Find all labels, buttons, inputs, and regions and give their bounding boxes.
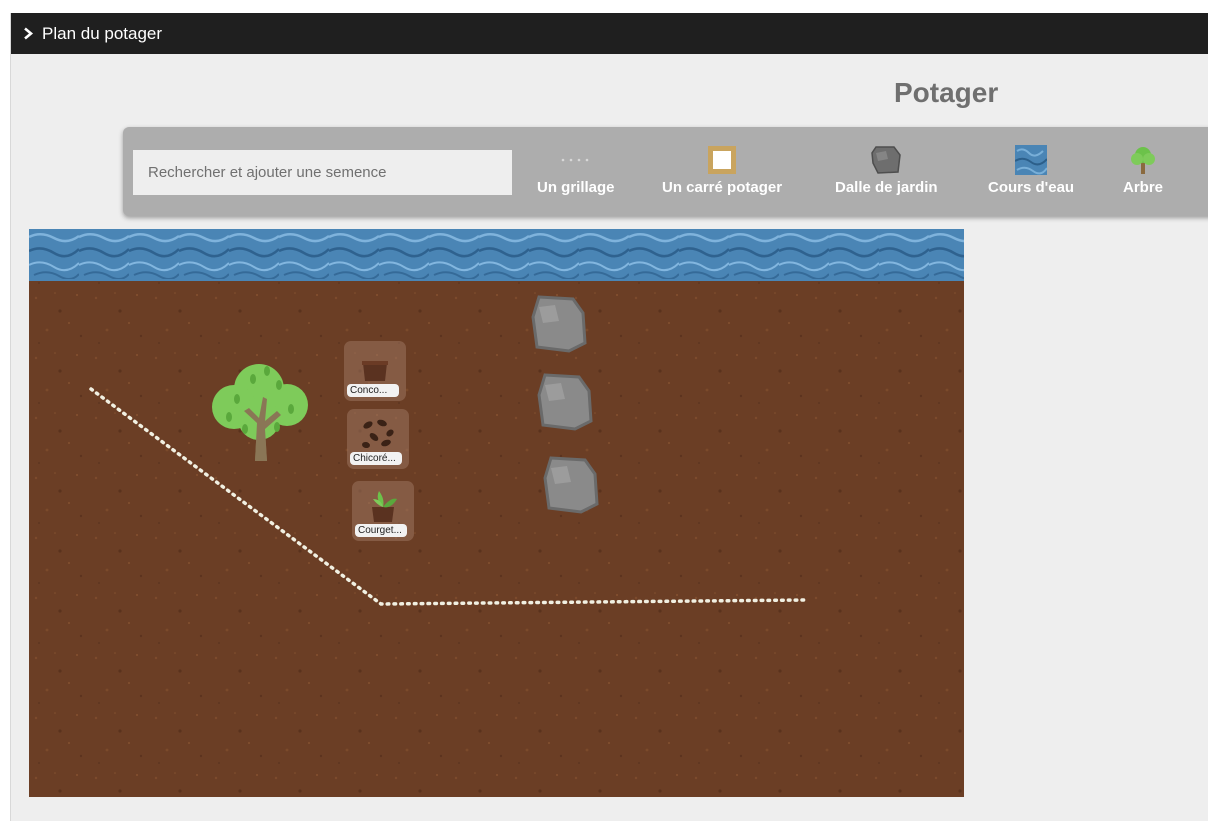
zucchini-plant-icon	[372, 491, 397, 522]
tool-paving-stone[interactable]: Dalle de jardin	[835, 145, 938, 199]
plant-label: Chicoré...	[350, 452, 402, 465]
tool-water[interactable]: Cours d'eau	[988, 145, 1074, 199]
fence-icon	[560, 145, 592, 175]
plant-tile-zucchini[interactable]: Courget...	[352, 481, 414, 541]
cucumber-seed-icon	[362, 361, 388, 381]
plant-label: Conco...	[347, 384, 399, 397]
paving-stone-icon	[870, 145, 902, 175]
tree-object[interactable]	[209, 357, 311, 463]
plant-tile-cucumber[interactable]: Conco...	[344, 341, 406, 401]
plant-label: Courget...	[355, 524, 407, 537]
garden-background	[29, 229, 964, 797]
tool-tree[interactable]: Arbre	[1123, 145, 1163, 199]
tool-tree-label: Arbre	[1123, 179, 1164, 196]
garden-plan-panel: Plan du potager Potager Un grillage Un c…	[10, 13, 1208, 821]
water-stream[interactable]	[29, 229, 964, 281]
tool-paving-stone-label: Dalle de jardin	[835, 179, 938, 196]
tool-raised-bed[interactable]: Un carré potager	[662, 145, 782, 199]
paving-stone-2[interactable]	[535, 373, 595, 431]
panel-header[interactable]: Plan du potager	[11, 13, 1208, 54]
tool-raised-bed-label: Un carré potager	[662, 179, 783, 196]
plant-tile-chicory[interactable]: Chicoré...	[347, 409, 409, 469]
garden-canvas[interactable]: Conco... Chicoré... Courget...	[29, 229, 964, 797]
raised-bed-icon	[707, 145, 737, 175]
tool-water-label: Cours d'eau	[988, 179, 1075, 196]
chicory-seed-icon	[362, 419, 394, 449]
seed-search-input[interactable]	[133, 150, 512, 195]
panel-title: Plan du potager	[42, 23, 163, 43]
water-icon	[1015, 145, 1048, 175]
paving-stone-1[interactable]	[529, 295, 589, 353]
tool-fence-label: Un grillage	[537, 179, 615, 196]
page-title: Potager	[894, 77, 999, 108]
garden-toolbar: Un grillage Un carré potager Dalle de ja…	[123, 127, 1208, 216]
paving-stone-3[interactable]	[541, 456, 601, 514]
tree-icon	[1127, 145, 1159, 175]
tool-fence[interactable]: Un grillage	[537, 145, 615, 199]
chevron-right-icon	[23, 27, 34, 40]
